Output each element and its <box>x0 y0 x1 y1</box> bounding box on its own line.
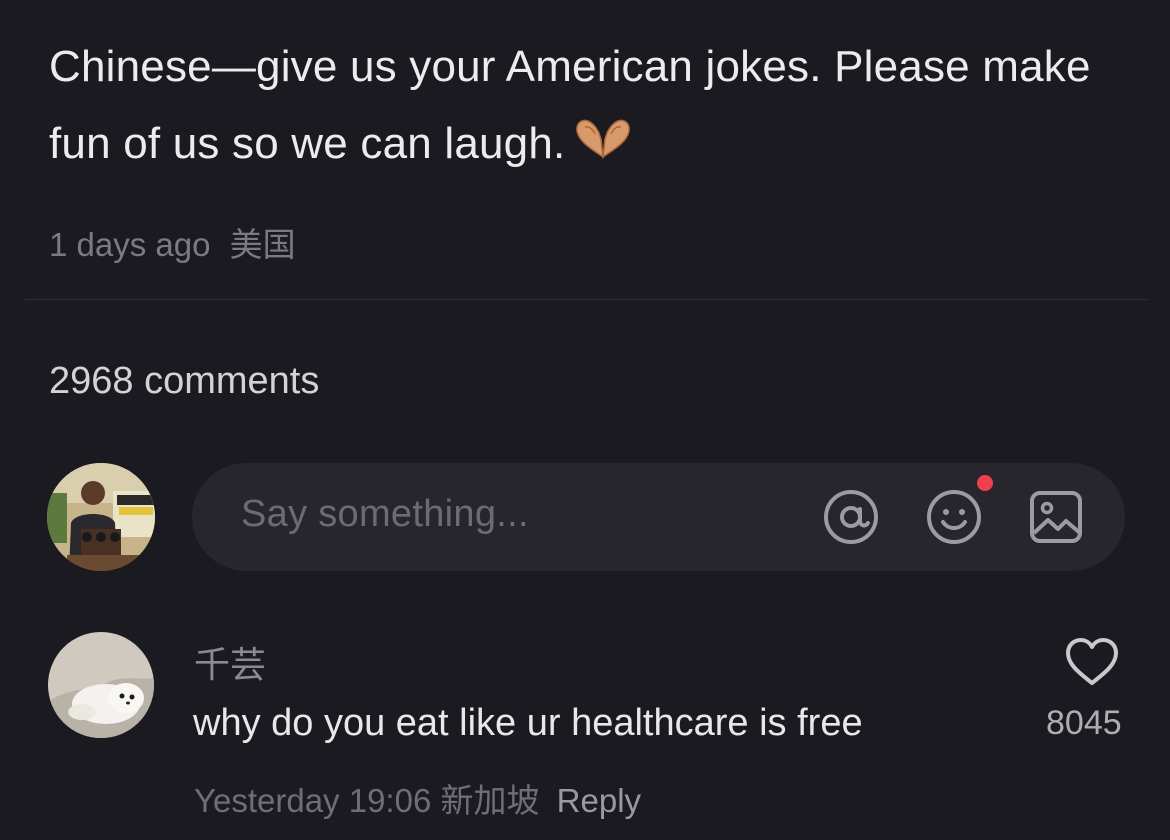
heart-hands-emoji-icon <box>573 108 633 185</box>
emoji-notification-dot <box>977 475 993 491</box>
post-time: 1 days ago <box>49 226 211 263</box>
post-text-content: Chinese—give us your American jokes. Ple… <box>49 42 1091 168</box>
commenter-avatar[interactable] <box>48 632 154 738</box>
comment-count: 2968 comments <box>49 360 320 402</box>
current-user-avatar[interactable] <box>47 463 155 571</box>
comment-input[interactable]: Say something... <box>192 463 1125 571</box>
reply-button[interactable]: Reply <box>557 782 641 819</box>
divider <box>25 299 1147 300</box>
like-count: 8045 <box>1046 704 1122 742</box>
post-location: 美国 <box>229 226 296 263</box>
image-icon[interactable] <box>1028 489 1084 545</box>
comment-meta: Yesterday 19:06 新加坡 Reply <box>194 774 641 822</box>
comment-text: why do you eat like ur healthcare is fre… <box>193 702 863 744</box>
comment-input-placeholder: Say something... <box>241 493 529 535</box>
post-meta: 1 days ago 美国 <box>49 218 296 266</box>
post-text: Chinese—give us your American jokes. Ple… <box>49 28 1129 185</box>
commenter-username[interactable]: 千芸 <box>194 636 266 688</box>
heart-icon[interactable] <box>1064 637 1120 687</box>
comment-location: 新加坡 <box>440 782 540 819</box>
emoji-face-icon[interactable] <box>926 489 982 545</box>
at-sign-icon[interactable] <box>823 489 879 545</box>
comments-screen: Chinese—give us your American jokes. Ple… <box>0 0 1170 840</box>
comment-timestamp: Yesterday 19:06 <box>194 782 432 819</box>
